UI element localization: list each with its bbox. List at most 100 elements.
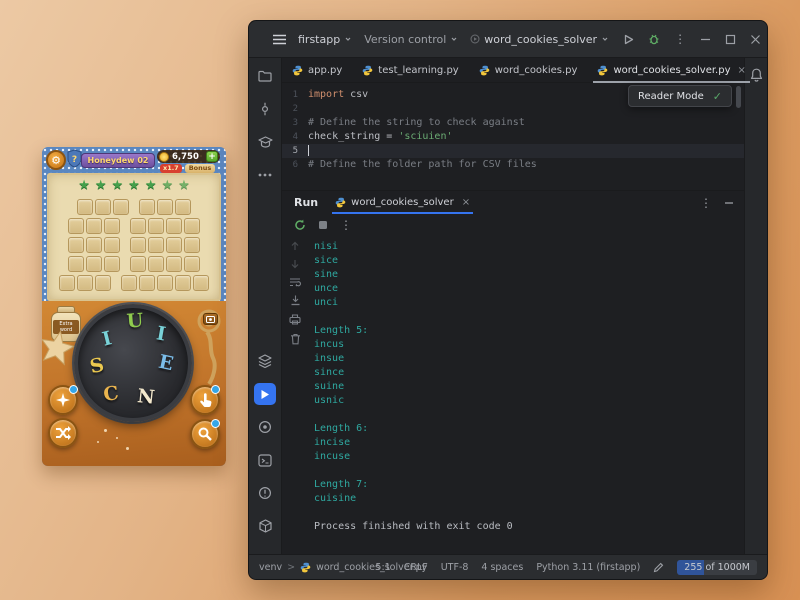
more-actions-button[interactable]: ⋮ [674, 33, 686, 45]
clear-all-button[interactable] [290, 333, 301, 345]
file-encoding[interactable]: UTF-8 [441, 562, 469, 573]
letter-wheel[interactable]: IUISECN [74, 304, 192, 422]
run-tool-button[interactable] [254, 383, 276, 405]
close-window-button[interactable] [750, 34, 761, 45]
wheel-letter[interactable]: I [100, 327, 114, 350]
debug-icon [258, 420, 272, 434]
line-number: 6 [282, 158, 308, 172]
run-button[interactable] [623, 34, 634, 45]
tap-hint-button[interactable] [190, 385, 220, 415]
editor-tab[interactable]: app.py [282, 58, 352, 82]
search-hint-button[interactable] [190, 419, 220, 449]
wheel-letter[interactable]: U [126, 310, 144, 333]
readonly-toggle[interactable] [653, 562, 664, 573]
main-menu-button[interactable] [273, 34, 286, 45]
line-number: 2 [282, 102, 308, 116]
star-icon: ★ [78, 178, 90, 193]
wheel-letter[interactable]: E [157, 351, 176, 376]
wheel-letter[interactable]: C [102, 382, 120, 406]
photo-icon [206, 316, 215, 323]
run-panel-options-button[interactable]: ⋮ [700, 197, 712, 209]
editor-tab[interactable]: test_learning.py [352, 58, 468, 82]
debug-button[interactable] [648, 33, 660, 45]
stop-button[interactable] [318, 220, 328, 230]
commit-tool-button[interactable] [254, 98, 276, 120]
down-stack-button[interactable] [290, 259, 300, 269]
debug-tool-button[interactable] [254, 416, 276, 438]
tile-group [77, 199, 129, 215]
editor-line[interactable]: 4check_string = 'sciuien' [282, 130, 744, 144]
terminal-tool-button[interactable] [254, 449, 276, 471]
python-packages-tool-button[interactable] [254, 515, 276, 537]
game-settings-button[interactable]: ⚙ [46, 150, 66, 170]
scroll-to-end-button[interactable] [290, 295, 301, 306]
level-badge-shield: ? [67, 149, 82, 168]
problems-icon [258, 486, 272, 500]
run-console-tab[interactable]: word_cookies_solver × [332, 191, 473, 214]
editor-line[interactable]: 6# Define the folder path for CSV files [282, 158, 744, 172]
soft-wrap-button[interactable] [289, 277, 301, 287]
commit-icon [258, 102, 272, 116]
tile-row [77, 199, 191, 215]
title-bar: firstapp Version control word_cookies_so… [249, 21, 767, 58]
letter-tile-slot [130, 237, 146, 253]
add-coins-button[interactable]: + [206, 151, 218, 162]
console-output[interactable]: nisisicesineunceunci Length 5:incusinsue… [308, 236, 744, 554]
console-toolbar [282, 236, 308, 554]
vcs-selector[interactable]: Version control [364, 33, 458, 46]
caret-position[interactable]: 5:1 [375, 562, 390, 573]
hide-run-panel-button[interactable] [724, 198, 734, 208]
minimize-button[interactable] [700, 34, 711, 45]
notification-badge [69, 385, 78, 394]
learn-tool-button[interactable] [254, 131, 276, 153]
line-number: 4 [282, 130, 308, 144]
wheel-letter[interactable]: S [88, 354, 106, 378]
editor-line[interactable]: 3# Define the string to check against [282, 116, 744, 130]
run-config-selector[interactable]: word_cookies_solver [470, 33, 609, 46]
wheel-letter[interactable]: N [136, 385, 156, 409]
lightning-hint-button[interactable] [48, 385, 78, 415]
letter-tile-slot [166, 237, 182, 253]
printer-icon [289, 314, 301, 325]
wheel-letter[interactable]: I [154, 323, 167, 346]
python-file-icon [362, 65, 373, 76]
photo-hint-button[interactable] [203, 313, 218, 325]
editor-tab[interactable]: word_cookies_solver.py× [587, 58, 755, 82]
console-line: since [314, 366, 744, 380]
console-line [314, 464, 744, 478]
memory-indicator[interactable]: 255 of 1000M [677, 560, 757, 575]
coin-counter: 6,750 + [157, 150, 220, 163]
soft-wrap-icon [289, 277, 301, 287]
editor-scrollbar[interactable] [736, 86, 741, 108]
letter-tile-slot [86, 237, 102, 253]
tile-group [130, 237, 200, 253]
tile-row [68, 256, 200, 272]
line-separator[interactable]: CRLF [404, 562, 428, 573]
letter-tile-slot [148, 237, 164, 253]
python-interpreter[interactable]: Python 3.11 (firstapp) [536, 562, 640, 573]
problems-tool-button[interactable] [254, 482, 276, 504]
project-tool-button[interactable] [254, 65, 276, 87]
editor-line[interactable]: 5 [282, 144, 744, 158]
rerun-button[interactable] [294, 219, 306, 231]
more-tool-windows-button[interactable] [254, 164, 276, 186]
close-icon[interactable]: × [738, 65, 746, 76]
console-more-button[interactable]: ⋮ [340, 219, 352, 231]
print-button[interactable] [289, 314, 301, 325]
code-editor[interactable]: 1import csv23# Define the string to chec… [282, 83, 744, 191]
up-stack-button[interactable] [290, 241, 300, 251]
close-icon[interactable]: × [462, 197, 470, 208]
maximize-button[interactable] [725, 34, 736, 45]
reader-mode-chip[interactable]: Reader Mode ✓ [628, 85, 732, 107]
tile-group [68, 237, 120, 253]
services-tool-button[interactable] [254, 350, 276, 372]
trash-icon [290, 333, 301, 345]
letter-tile-slot [175, 199, 191, 215]
editor-tab[interactable]: word_cookies.py [469, 58, 588, 82]
indent-setting[interactable]: 4 spaces [481, 562, 523, 573]
shuffle-button[interactable] [48, 418, 78, 448]
letter-tile-slot [166, 256, 182, 272]
python-file-icon [292, 65, 303, 76]
project-selector[interactable]: firstapp [298, 33, 352, 46]
breadcrumb-root[interactable]: venv [259, 562, 282, 573]
